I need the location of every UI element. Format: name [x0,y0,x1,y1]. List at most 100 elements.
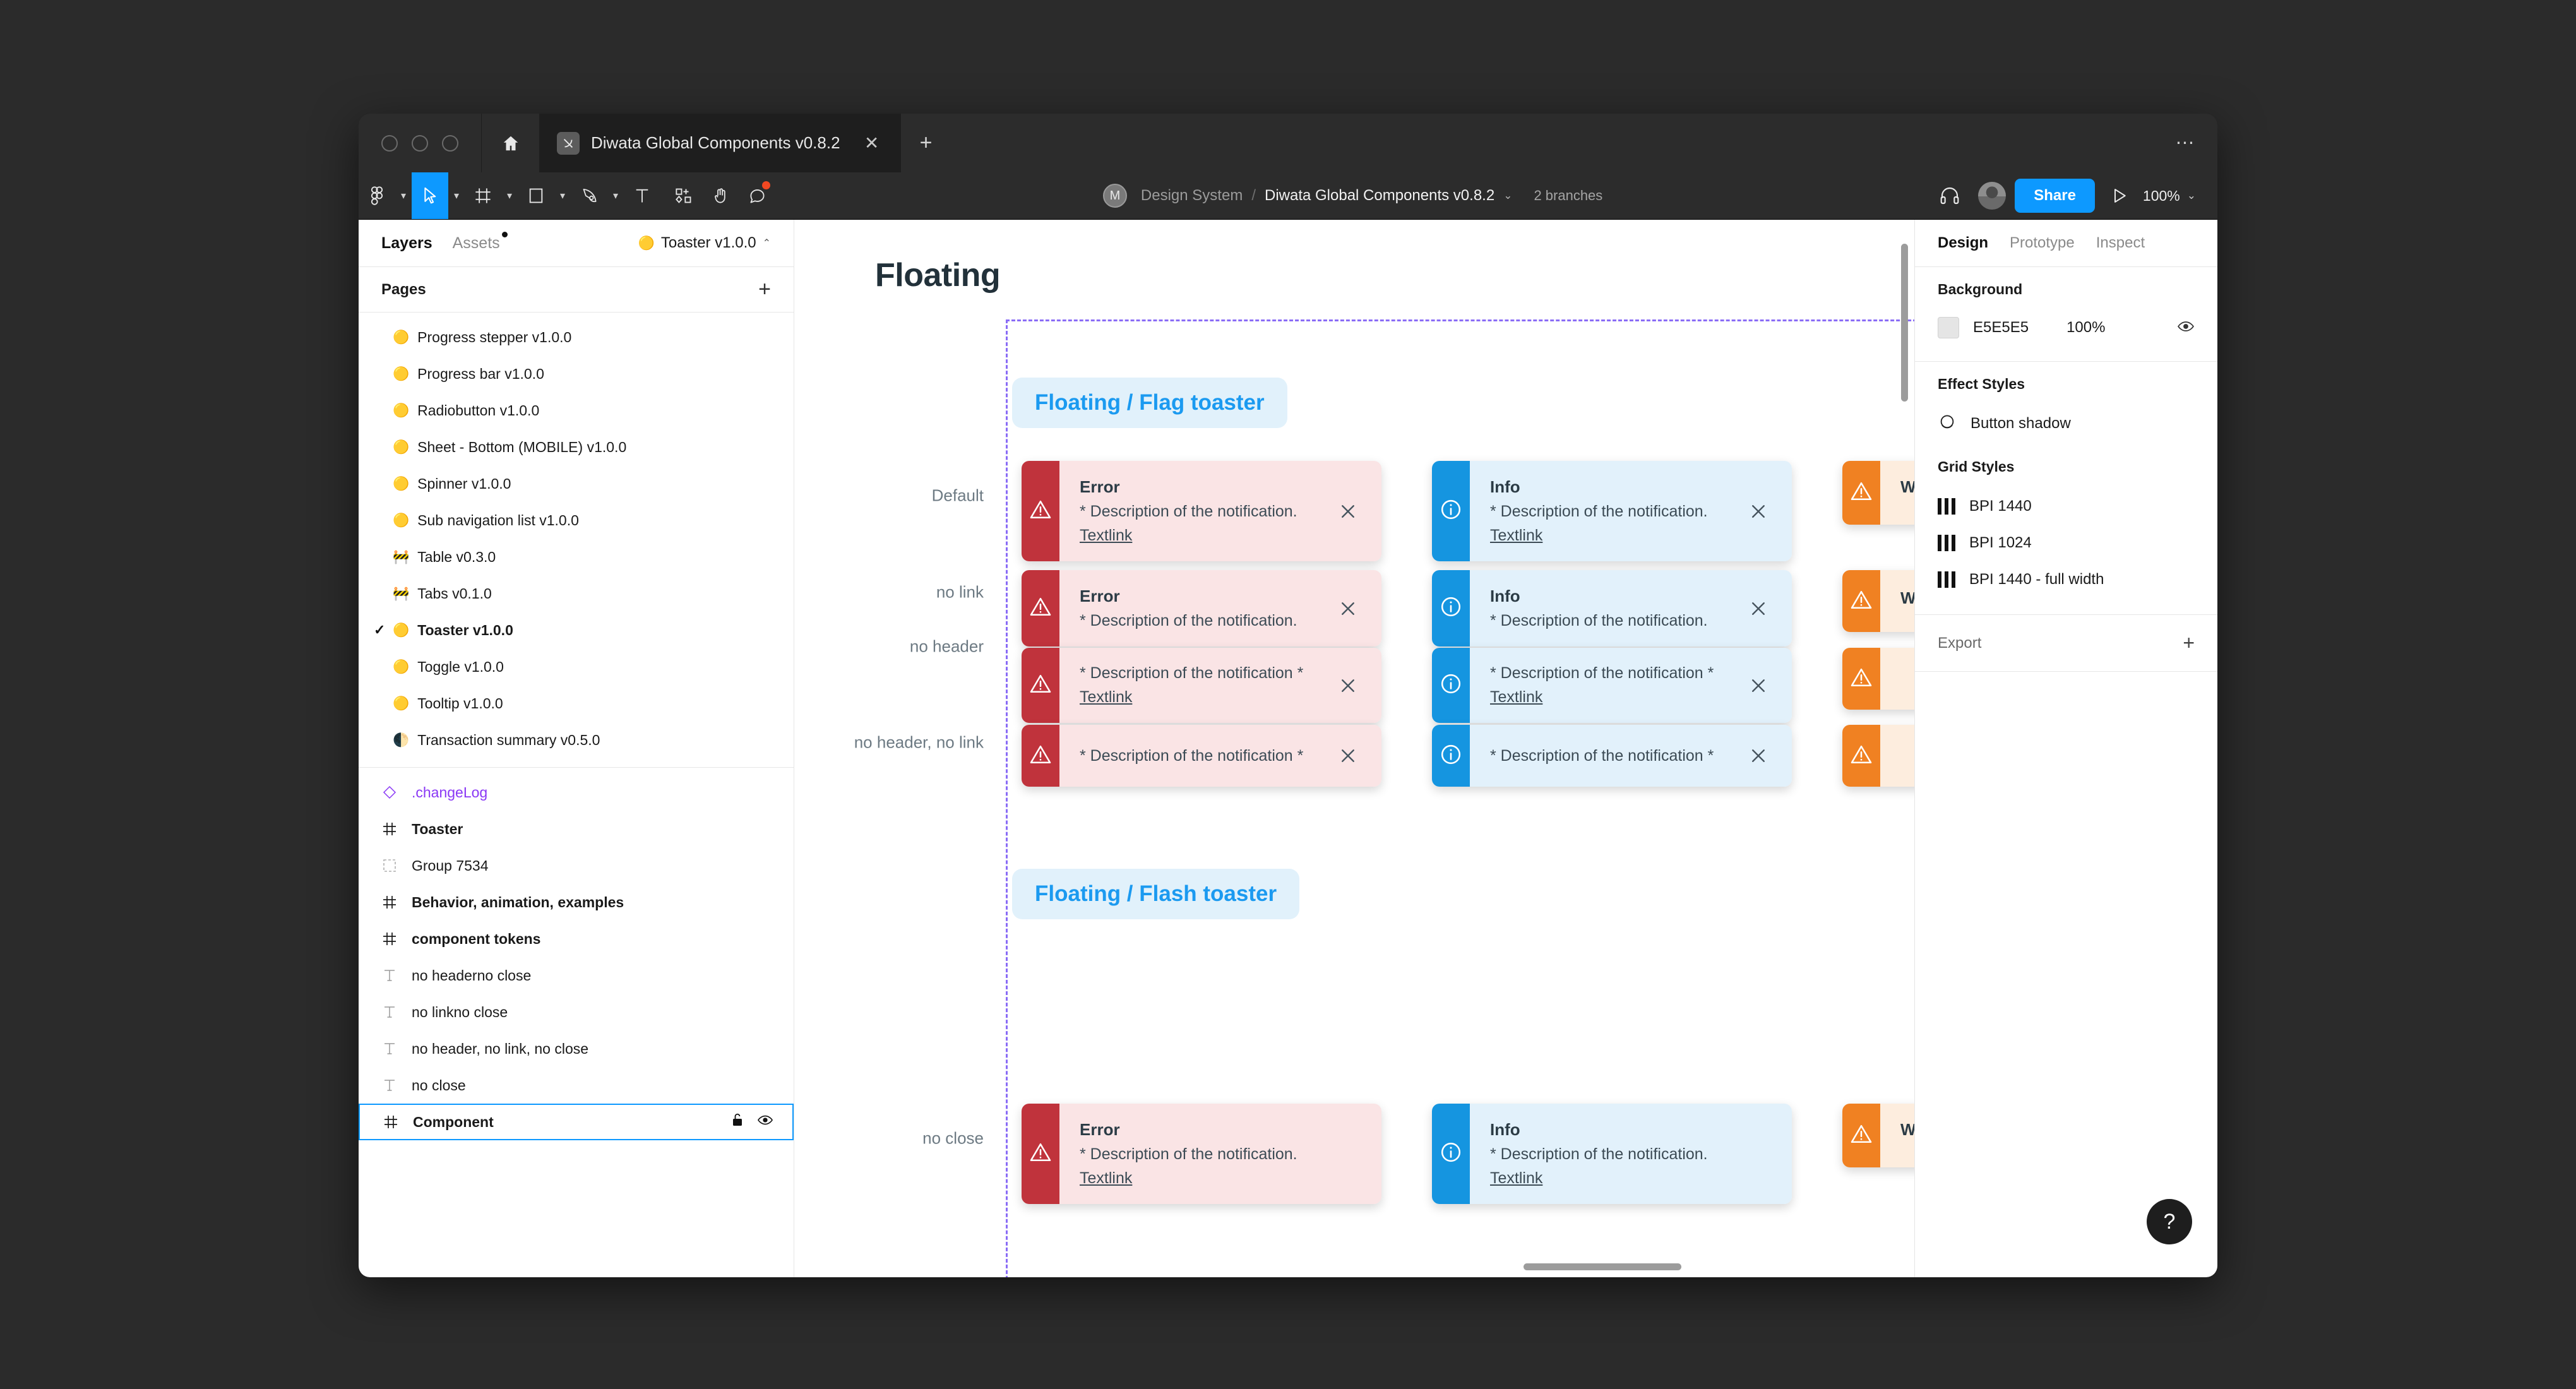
canvas-horizontal-scrollbar[interactable] [1524,1263,1681,1270]
close-icon[interactable] [1744,594,1773,623]
breadcrumb-project[interactable]: Design System [1141,187,1243,205]
minimize-window-button[interactable] [412,134,428,152]
layer-row[interactable]: Behavior, animation, examples [359,884,794,921]
chevron-up-icon: ⌃ [762,238,771,249]
toaster-text: Warning [1900,1120,1914,1151]
new-tab-button[interactable]: + [901,114,951,172]
page-item[interactable]: 🟡 Sub navigation list v1.0.0 [359,502,794,539]
tab-layers[interactable]: Layers [381,234,432,253]
layer-row[interactable]: Component [359,1104,794,1140]
comment-tool-icon[interactable] [739,172,775,219]
current-page-chip[interactable]: 🟡 Toaster v1.0.0 ⌃ [638,234,771,252]
page-item[interactable]: 🟡 Toggle v1.0.0 [359,648,794,685]
tab-design[interactable]: Design [1938,234,1988,252]
page-item[interactable]: 🚧 Tabs v0.1.0 [359,575,794,612]
close-icon[interactable] [1333,497,1363,526]
tab-inspect[interactable]: Inspect [2096,234,2145,252]
pen-tool-caret-icon[interactable]: ▾ [607,172,624,219]
effect-style-row[interactable]: Button shadow [1938,405,2195,442]
figma-menu-caret-icon[interactable]: ▾ [395,172,412,219]
unlock-icon[interactable] [730,1112,744,1131]
close-window-button[interactable] [381,134,398,152]
share-button[interactable]: Share [2015,179,2095,213]
team-avatar[interactable]: M [1102,184,1127,208]
eye-icon[interactable] [2177,318,2195,338]
headphones-icon[interactable] [1930,176,1969,215]
layer-row[interactable]: .changeLog [359,774,794,811]
window-more-menu-button[interactable]: ⋯ [2154,114,2217,172]
layer-row[interactable]: no close [359,1067,794,1104]
file-tab[interactable]: Diwata Global Components v0.8.2 ✕ [539,114,901,172]
layer-row[interactable]: no header, no link, no close [359,1030,794,1067]
background-color-swatch[interactable] [1938,317,1959,338]
close-icon[interactable] [1333,594,1363,623]
page-item[interactable]: 🟡 Spinner v1.0.0 [359,465,794,502]
background-color-hex[interactable]: E5E5E5 [1973,319,2029,337]
frame-tool-caret-icon[interactable]: ▾ [501,172,518,219]
close-tab-button[interactable]: ✕ [858,129,886,157]
move-tool-icon[interactable] [412,172,448,219]
canvas-vertical-scrollbar[interactable] [1901,244,1908,402]
toaster-textlink[interactable]: Textlink [1080,1169,1363,1188]
user-avatar[interactable] [1978,182,2007,210]
breadcrumb-file[interactable]: Diwata Global Components v0.8.2 [1265,187,1494,205]
close-icon[interactable] [1333,741,1363,770]
tab-assets[interactable]: Assets [453,231,508,253]
zoom-chevron-down-icon[interactable]: ⌄ [2187,189,2196,202]
toaster-textlink[interactable]: Textlink [1080,527,1322,545]
hand-tool-icon[interactable] [702,172,739,219]
tab-prototype[interactable]: Prototype [2010,234,2075,252]
layer-row[interactable]: no headerno close [359,957,794,994]
toaster-textlink[interactable]: Textlink [1490,688,1732,706]
close-icon[interactable] [1333,671,1363,700]
page-item[interactable]: 🟡 Progress stepper v1.0.0 [359,319,794,355]
page-item[interactable]: 🟡 Sheet - Bottom (MOBILE) v1.0.0 [359,429,794,465]
figma-menu-icon[interactable] [359,172,395,219]
grid-style-row[interactable]: BPI 1440 [1938,488,2195,525]
page-item[interactable]: 🟡 Radiobutton v1.0.0 [359,392,794,429]
pen-tool-icon[interactable] [571,172,607,219]
layer-row[interactable]: Group 7534 [359,847,794,884]
maximize-window-button[interactable] [442,134,458,152]
layer-row[interactable]: Toaster [359,811,794,847]
toaster-text: Info * Description of the notification. Te… [1490,1120,1773,1188]
home-button[interactable] [481,114,539,172]
layer-row[interactable]: component tokens [359,921,794,957]
grid-style-icon [1938,571,1955,588]
branches-label[interactable]: 2 branches [1534,188,1602,204]
toaster-textlink[interactable]: Textlink [1490,527,1732,545]
page-item[interactable]: 🌓 Transaction summary v0.5.0 [359,722,794,758]
toaster-body [1880,725,1914,787]
grid-style-row[interactable]: BPI 1024 [1938,525,2195,561]
toaster-textlink[interactable]: Textlink [1490,1169,1773,1188]
background-color-row[interactable]: E5E5E5 100% [1938,311,2195,345]
shape-tool-caret-icon[interactable]: ▾ [554,172,571,219]
add-export-button[interactable]: + [2183,631,2195,655]
grid-styles-header: Grid Styles [1938,458,2015,475]
layer-row-label: no header, no link, no close [412,1040,589,1057]
page-item[interactable]: 🚧 Table v0.3.0 [359,539,794,575]
page-item[interactable]: ✓ 🟡 Toaster v1.0.0 [359,612,794,648]
page-item[interactable]: 🟡 Progress bar v1.0.0 [359,355,794,392]
shape-tool-icon[interactable] [518,172,554,219]
close-icon[interactable] [1744,497,1773,526]
frame-tool-icon[interactable] [465,172,501,219]
design-canvas[interactable]: Floating Floating / Flag toaster Floating… [794,220,1914,1277]
close-icon[interactable] [1744,741,1773,770]
present-play-icon[interactable] [2100,176,2139,215]
text-tool-icon[interactable] [624,172,660,219]
window-traffic-lights [359,114,481,172]
eye-icon[interactable] [757,1112,773,1132]
resources-tool-icon[interactable] [665,172,702,219]
zoom-level-label[interactable]: 100% [2143,188,2180,205]
breadcrumb-chevron-down-icon[interactable]: ⌄ [1503,189,1512,202]
move-tool-caret-icon[interactable]: ▾ [448,172,465,219]
close-icon[interactable] [1744,671,1773,700]
add-page-button[interactable]: + [758,277,771,302]
layer-row[interactable]: no linkno close [359,994,794,1030]
grid-style-row[interactable]: BPI 1440 - full width [1938,561,2195,598]
toaster-textlink[interactable]: Textlink [1080,688,1322,706]
background-opacity[interactable]: 100% [2066,319,2105,337]
help-button[interactable]: ? [2147,1199,2192,1244]
page-item[interactable]: 🟡 Tooltip v1.0.0 [359,685,794,722]
